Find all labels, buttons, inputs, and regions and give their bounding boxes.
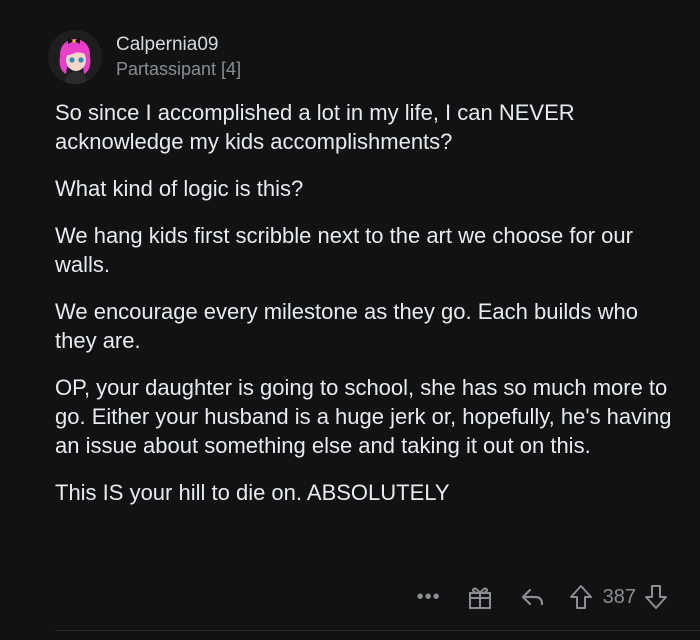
gift-icon: [468, 587, 491, 609]
more-options-button[interactable]: •••: [409, 586, 449, 609]
username-link[interactable]: Calpernia09: [116, 33, 241, 57]
upvote-icon: [569, 585, 592, 609]
comment-header: Calpernia09 Partassipant [4]: [48, 30, 241, 84]
comment-paragraph: OP, your daughter is going to school, sh…: [55, 375, 672, 458]
comment-paragraph: We encourage every milestone as they go.…: [55, 299, 638, 353]
comment-actions: ••• 387: [409, 583, 670, 611]
comment-paragraph: What kind of logic is this?: [55, 176, 304, 201]
downvote-button[interactable]: [642, 583, 670, 611]
comment-card: Calpernia09 Partassipant [4] So since I …: [0, 0, 700, 640]
award-button[interactable]: [463, 583, 497, 611]
comment-paragraph: This IS your hill to die on. ABSOLUTELY: [55, 480, 450, 505]
reply-button[interactable]: [515, 583, 549, 611]
downvote-icon: [645, 585, 667, 609]
user-meta: Calpernia09 Partassipant [4]: [116, 33, 241, 81]
avatar[interactable]: [48, 30, 102, 84]
more-icon: •••: [416, 585, 441, 608]
avatar-image: [48, 30, 102, 84]
vote-count: 387: [602, 585, 636, 608]
comment-paragraph: So since I accomplished a lot in my life…: [55, 100, 575, 154]
upvote-button[interactable]: [567, 583, 595, 611]
comment-body: So since I accomplished a lot in my life…: [55, 98, 675, 525]
divider: [55, 630, 700, 631]
comment-paragraph: We hang kids first scribble next to the …: [55, 223, 633, 277]
reply-icon: [521, 588, 543, 606]
user-flair: Partassipant [4]: [116, 59, 242, 79]
